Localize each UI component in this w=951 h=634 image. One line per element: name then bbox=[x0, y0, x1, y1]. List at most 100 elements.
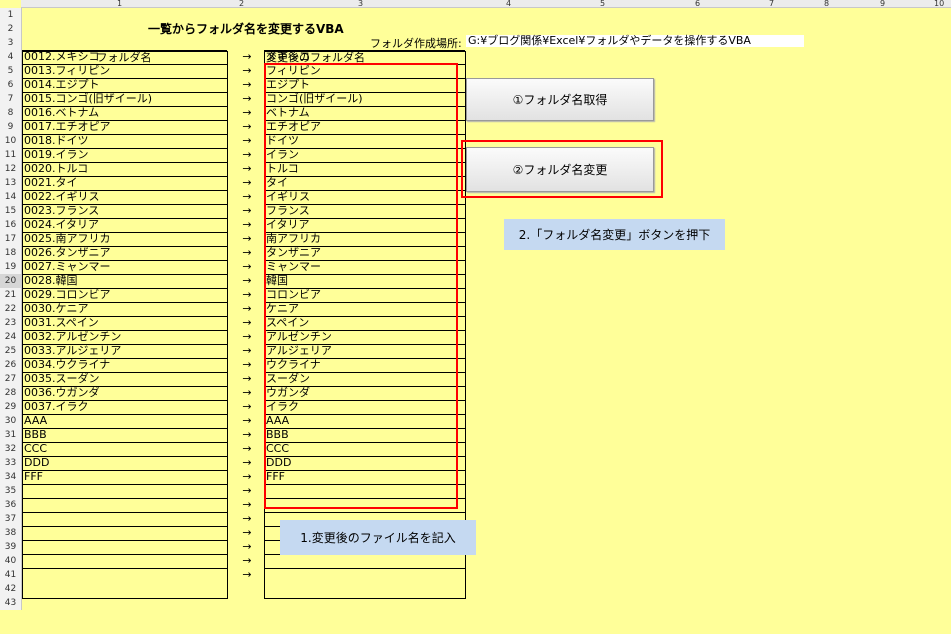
before-name-cell[interactable]: FFF bbox=[24, 470, 224, 484]
row-number[interactable]: 5 bbox=[0, 64, 22, 78]
before-name-cell[interactable]: 0026.タンザニア bbox=[24, 246, 224, 260]
row-number[interactable]: 18 bbox=[0, 246, 22, 260]
before-name-cell[interactable]: 0036.ウガンダ bbox=[24, 386, 224, 400]
row-number[interactable]: 2 bbox=[0, 22, 22, 36]
after-name-cell[interactable]: メキシコ bbox=[266, 50, 462, 64]
before-name-cell[interactable]: 0033.アルジェリア bbox=[24, 344, 224, 358]
row-number[interactable]: 28 bbox=[0, 386, 22, 400]
row-number[interactable]: 34 bbox=[0, 470, 22, 484]
column-number[interactable]: 1 bbox=[117, 0, 122, 8]
row-number[interactable]: 10 bbox=[0, 134, 22, 148]
path-value-cell[interactable]: G:¥ブログ関係¥Excel¥フォルダやデータを操作するVBA bbox=[466, 35, 804, 47]
column-number[interactable]: 7 bbox=[769, 0, 774, 8]
row-number[interactable]: 32 bbox=[0, 442, 22, 456]
row-number[interactable]: 43 bbox=[0, 596, 22, 610]
row-number[interactable]: 22 bbox=[0, 302, 22, 316]
row-number[interactable]: 24 bbox=[0, 330, 22, 344]
row-number[interactable]: 15 bbox=[0, 204, 22, 218]
row-number[interactable]: 12 bbox=[0, 162, 22, 176]
row-number[interactable]: 41 bbox=[0, 568, 22, 582]
before-name-cell[interactable]: 0021.タイ bbox=[24, 176, 224, 190]
arrow-icon: → bbox=[242, 218, 252, 231]
before-name-cell[interactable]: 0035.スーダン bbox=[24, 372, 224, 386]
row-number[interactable]: 19 bbox=[0, 260, 22, 274]
row-number[interactable]: 36 bbox=[0, 498, 22, 512]
row-number[interactable]: 8 bbox=[0, 106, 22, 120]
before-name-cell[interactable]: 0028.韓国 bbox=[24, 274, 224, 288]
column-number[interactable]: 4 bbox=[506, 0, 511, 8]
row-number[interactable]: 33 bbox=[0, 456, 22, 470]
before-name-cell[interactable]: 0019.イラン bbox=[24, 148, 224, 162]
row-number[interactable]: 37 bbox=[0, 512, 22, 526]
row-number[interactable]: 14 bbox=[0, 190, 22, 204]
before-name-cell[interactable]: CCC bbox=[24, 442, 224, 456]
row-number[interactable]: 1 bbox=[0, 8, 22, 22]
column-number[interactable]: 2 bbox=[239, 0, 244, 8]
before-name-cell[interactable]: 0024.イタリア bbox=[24, 218, 224, 232]
row-number[interactable]: 25 bbox=[0, 344, 22, 358]
row-number[interactable]: 30 bbox=[0, 414, 22, 428]
before-name-cell[interactable]: 0018.ドイツ bbox=[24, 134, 224, 148]
row-number[interactable]: 17 bbox=[0, 232, 22, 246]
before-name-cell[interactable]: AAA bbox=[24, 414, 224, 428]
row-number[interactable]: 29 bbox=[0, 400, 22, 414]
before-name-cell[interactable]: 0017.エチオピア bbox=[24, 120, 224, 134]
row-number[interactable]: 7 bbox=[0, 92, 22, 106]
column-number[interactable]: 10 bbox=[934, 0, 944, 8]
before-name-cell[interactable] bbox=[24, 512, 224, 526]
before-name-cell[interactable]: 0034.ウクライナ bbox=[24, 358, 224, 372]
column-number[interactable]: 8 bbox=[824, 0, 829, 8]
before-name-cell[interactable]: 0027.ミャンマー bbox=[24, 260, 224, 274]
before-name-cell[interactable] bbox=[24, 526, 224, 540]
after-name-cell[interactable] bbox=[266, 554, 462, 568]
before-name-cell[interactable] bbox=[24, 498, 224, 512]
row-number[interactable]: 20 bbox=[0, 274, 22, 288]
before-name-cell[interactable] bbox=[24, 568, 224, 582]
row-number[interactable]: 3 bbox=[0, 36, 22, 50]
row-number[interactable]: 6 bbox=[0, 78, 22, 92]
column-number[interactable]: 5 bbox=[600, 0, 605, 8]
column-number[interactable]: 9 bbox=[880, 0, 885, 8]
row-number[interactable]: 9 bbox=[0, 120, 22, 134]
before-name-cell[interactable]: 0013.フィリピン bbox=[24, 64, 224, 78]
get-folder-names-button[interactable]: ①フォルダ名取得 bbox=[466, 78, 654, 121]
row-number[interactable]: 26 bbox=[0, 358, 22, 372]
before-name-cell[interactable]: 0012.メキシコ bbox=[24, 50, 224, 64]
row-number[interactable]: 38 bbox=[0, 526, 22, 540]
before-name-cell[interactable]: 0014.エジプト bbox=[24, 78, 224, 92]
after-name-cell[interactable] bbox=[266, 568, 462, 582]
row-number[interactable]: 40 bbox=[0, 554, 22, 568]
before-name-cell[interactable]: 0023.フランス bbox=[24, 204, 224, 218]
before-name-cell[interactable] bbox=[24, 484, 224, 498]
row-divider bbox=[22, 92, 227, 93]
before-name-cell[interactable]: 0025.南アフリカ bbox=[24, 232, 224, 246]
before-name-cell[interactable]: 0015.コンゴ(旧ザイール) bbox=[24, 92, 224, 106]
before-name-cell[interactable]: 0030.ケニア bbox=[24, 302, 224, 316]
row-number[interactable]: 16 bbox=[0, 218, 22, 232]
before-name-cell[interactable]: 0037.イラク bbox=[24, 400, 224, 414]
before-name-cell[interactable] bbox=[24, 554, 224, 568]
before-name-cell[interactable]: 0032.アルゼンチン bbox=[24, 330, 224, 344]
row-number[interactable]: 13 bbox=[0, 176, 22, 190]
column-number[interactable]: 6 bbox=[695, 0, 700, 8]
row-number[interactable]: 4 bbox=[0, 50, 22, 64]
row-number[interactable]: 27 bbox=[0, 372, 22, 386]
before-name-cell[interactable]: 0029.コロンビア bbox=[24, 288, 224, 302]
row-number[interactable]: 23 bbox=[0, 316, 22, 330]
arrow-icon: → bbox=[242, 106, 252, 119]
row-number[interactable]: 31 bbox=[0, 428, 22, 442]
row-number[interactable]: 42 bbox=[0, 582, 22, 596]
row-number[interactable]: 39 bbox=[0, 540, 22, 554]
before-name-cell[interactable]: 0016.ベトナム bbox=[24, 106, 224, 120]
row-number[interactable]: 21 bbox=[0, 288, 22, 302]
before-name-cell[interactable]: DDD bbox=[24, 456, 224, 470]
row-number[interactable]: 35 bbox=[0, 484, 22, 498]
before-name-cell[interactable]: 0020.トルコ bbox=[24, 162, 224, 176]
before-name-cell[interactable]: BBB bbox=[24, 428, 224, 442]
row-number[interactable]: 11 bbox=[0, 148, 22, 162]
before-name-cell[interactable] bbox=[24, 540, 224, 554]
before-name-cell[interactable]: 0022.イギリス bbox=[24, 190, 224, 204]
rename-folders-button[interactable]: ②フォルダ名変更 bbox=[466, 147, 654, 192]
before-name-cell[interactable]: 0031.スペイン bbox=[24, 316, 224, 330]
column-number[interactable]: 3 bbox=[358, 0, 363, 8]
